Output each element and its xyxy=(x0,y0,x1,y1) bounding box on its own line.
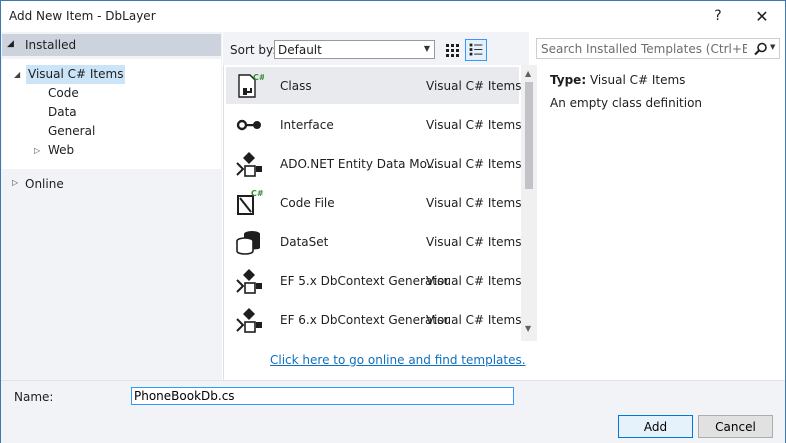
type-row: Type: Visual C# Items xyxy=(550,73,685,87)
template-name: Interface xyxy=(280,118,334,132)
installed-label: Installed xyxy=(25,38,77,52)
window-title: Add New Item - DbLayer xyxy=(9,9,156,23)
template-list-scrollbar[interactable]: ▲ ▼ xyxy=(521,65,537,341)
name-input[interactable] xyxy=(132,388,513,404)
template-item-ef5-dbcontext-generator[interactable]: EF 5.x DbContext Generator Visual C# Ite… xyxy=(226,262,522,299)
template-category: Visual C# Items xyxy=(426,79,522,93)
sort-by-label: Sort by: xyxy=(230,43,277,57)
dataset-icon xyxy=(236,231,260,255)
svg-text:C#: C# xyxy=(253,73,264,82)
add-new-item-dialog: Add New Item - DbLayer ? ✕ ◢ Installed ◢… xyxy=(0,0,786,443)
close-button[interactable]: ✕ xyxy=(747,5,777,27)
template-name: ADO.NET Entity Data Mo... xyxy=(280,157,439,171)
scrollbar-thumb[interactable] xyxy=(525,82,533,189)
bottom-bar: Name: Add Cancel xyxy=(1,380,785,443)
template-name: Class xyxy=(280,79,312,93)
sort-by-value: Default xyxy=(278,43,322,57)
entity-model-icon xyxy=(236,152,262,177)
online-templates-link[interactable]: Click here to go online and find templat… xyxy=(270,353,526,367)
template-category: Visual C# Items xyxy=(426,118,522,132)
template-item-dataset[interactable]: DataSet Visual C# Items xyxy=(226,223,522,260)
tree-item-visual-csharp-items[interactable]: ◢ Visual C# Items xyxy=(2,65,221,84)
tree-item-code[interactable]: Code xyxy=(48,84,79,103)
category-tree: ◢ Visual C# Items Code Data General ▷ We… xyxy=(2,59,221,169)
template-name: EF 5.x DbContext Generator xyxy=(280,274,450,288)
template-category: Visual C# Items xyxy=(426,313,522,327)
code-file-icon: C# xyxy=(237,189,264,215)
interface-icon xyxy=(236,119,261,131)
template-name: Code File xyxy=(280,196,335,210)
details-panel: Type: Visual C# Items An empty class def… xyxy=(537,65,785,380)
title-bar: Add New Item - DbLayer ? ✕ xyxy=(1,1,785,32)
name-label: Name: xyxy=(14,390,54,404)
template-item-interface[interactable]: Interface Visual C# Items xyxy=(226,106,522,143)
tree-item-label: Code xyxy=(48,86,79,100)
tree-item-label: Data xyxy=(48,105,77,119)
tree-item-label: General xyxy=(48,124,96,138)
svg-text:C#: C# xyxy=(251,189,264,198)
collapse-triangle-icon[interactable]: ◢ xyxy=(7,39,14,49)
scroll-up-icon[interactable]: ▲ xyxy=(525,69,531,78)
type-label: Type: xyxy=(550,73,587,87)
type-value: Visual C# Items xyxy=(589,73,686,87)
template-name: EF 6.x DbContext Generator xyxy=(280,313,450,327)
search-input[interactable] xyxy=(537,39,747,58)
template-item-ef6-dbcontext-generator[interactable]: EF 6.x DbContext Generator Visual C# Ite… xyxy=(226,301,522,338)
category-panel: ◢ Installed ◢ Visual C# Items Code Data … xyxy=(1,32,222,380)
template-item-ado-net-entity-data-model[interactable]: ADO.NET Entity Data Mo... Visual C# Item… xyxy=(226,145,522,182)
class-icon: C# xyxy=(238,73,264,98)
collapsed-triangle-icon[interactable]: ▷ xyxy=(12,178,18,187)
template-category: Visual C# Items xyxy=(426,157,522,171)
tree-item-label: Visual C# Items xyxy=(26,65,126,84)
chevron-down-icon: ▼ xyxy=(423,44,430,53)
template-list: C# Class Visual C# Items Interface Visua… xyxy=(223,65,537,380)
expanded-triangle-icon[interactable]: ◢ xyxy=(14,65,20,84)
sort-toolbar: Sort by: Default ▼ xyxy=(223,32,529,65)
template-category: Visual C# Items xyxy=(426,235,522,249)
cancel-button[interactable]: Cancel xyxy=(698,415,773,438)
small-icons-view-icon[interactable] xyxy=(442,40,462,60)
template-item-code-file[interactable]: C# Code File Visual C# Items xyxy=(226,184,522,221)
online-label: Online xyxy=(25,177,64,191)
search-box[interactable]: ▼ xyxy=(536,38,780,59)
medium-icons-view-icon[interactable] xyxy=(465,39,487,61)
template-category: Visual C# Items xyxy=(426,274,522,288)
collapsed-triangle-icon[interactable]: ▷ xyxy=(34,141,40,160)
chevron-down-icon[interactable]: ▼ xyxy=(770,43,775,51)
ef-generator-icon xyxy=(236,269,262,294)
template-name: DataSet xyxy=(280,235,329,249)
online-header[interactable]: ▷ Online xyxy=(2,174,221,194)
scroll-down-icon[interactable]: ▼ xyxy=(525,324,531,333)
tree-item-label: Web xyxy=(48,143,75,157)
template-description: An empty class definition xyxy=(550,96,703,110)
tree-item-general[interactable]: General xyxy=(48,122,95,141)
ef-generator-icon xyxy=(236,308,262,333)
help-button[interactable]: ? xyxy=(703,5,733,27)
name-field[interactable] xyxy=(131,387,514,405)
add-button[interactable]: Add xyxy=(618,415,693,438)
template-item-class[interactable]: C# Class Visual C# Items xyxy=(226,67,522,104)
installed-header[interactable]: ◢ Installed xyxy=(2,34,221,56)
template-category: Visual C# Items xyxy=(426,196,522,210)
sort-by-dropdown[interactable]: Default ▼ xyxy=(274,40,435,59)
search-icon[interactable] xyxy=(753,41,769,57)
tree-item-data[interactable]: Data xyxy=(48,103,77,122)
